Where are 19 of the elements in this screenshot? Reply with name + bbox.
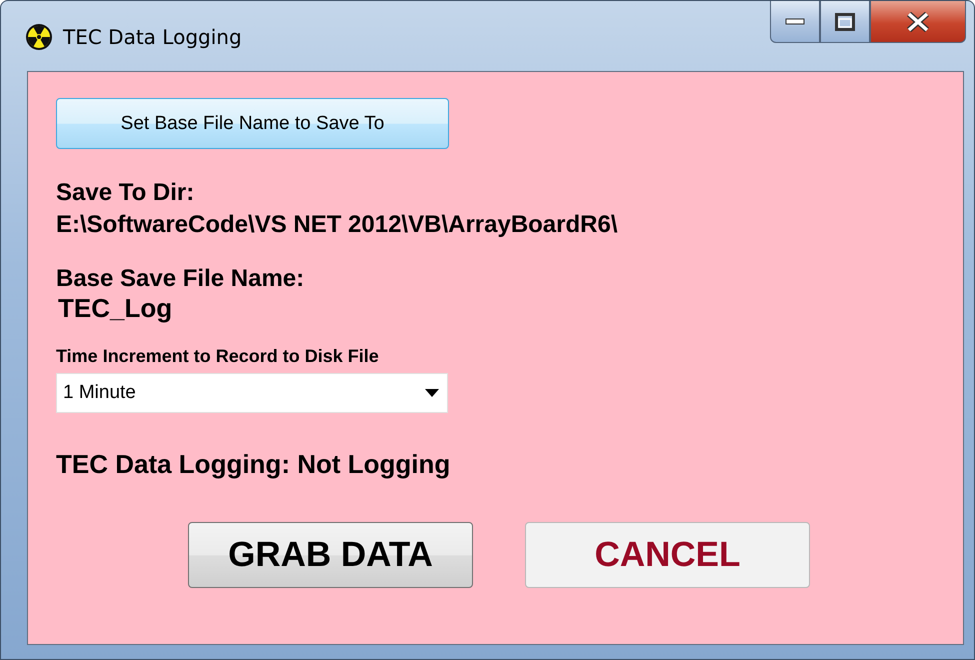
grab-data-button[interactable]: GRAB DATA — [188, 522, 473, 588]
dropdown-arrow-icon — [425, 389, 439, 397]
maximize-icon — [835, 12, 855, 30]
close-button[interactable] — [870, 1, 966, 43]
base-name-label: Base Save File Name: — [56, 265, 306, 293]
radiation-icon — [25, 23, 53, 51]
minimize-button[interactable] — [770, 1, 820, 43]
time-increment-label: Time Increment to Record to Disk File — [56, 346, 380, 367]
time-increment-dropdown[interactable]: 1 Minute — [56, 373, 448, 413]
save-dir-label: Save To Dir: — [56, 179, 196, 207]
close-icon — [906, 12, 930, 32]
base-file-name: TEC_Log — [58, 293, 174, 324]
maximize-button[interactable] — [820, 1, 870, 43]
set-file-name-button[interactable]: Set Base File Name to Save To — [56, 98, 449, 149]
window-title: TEC Data Logging — [63, 25, 242, 49]
minimize-icon — [785, 18, 805, 26]
save-dir-path: E:\SoftwareCode\VS NET 2012\VB\ArrayBoardR6\ — [56, 211, 619, 239]
logging-status: TEC Data Logging: Not Logging — [56, 449, 452, 480]
cancel-button[interactable]: CANCEL — [525, 522, 810, 588]
